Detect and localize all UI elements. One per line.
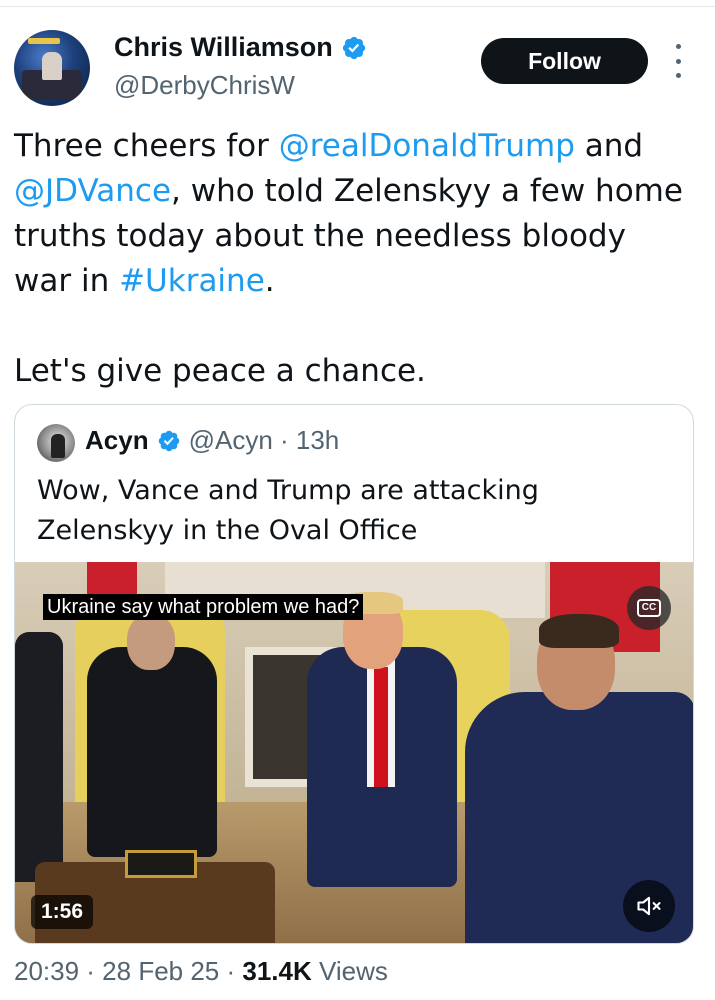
author-name-row[interactable]: Chris Williamson (114, 32, 367, 63)
mention-link[interactable]: @realDonaldTrump (279, 128, 575, 164)
text-segment: and (574, 128, 644, 164)
video-scene-person (87, 647, 217, 857)
quote-author-name[interactable]: Acyn (85, 425, 149, 456)
closed-captions-button[interactable]: CC (627, 586, 671, 630)
quoted-tweet-card[interactable]: Acyn @Acyn · 13h Wow, Vance and Trump ar… (14, 404, 694, 944)
cc-icon: CC (636, 599, 662, 617)
tweet-line: truths today about the needless bloody (14, 214, 704, 259)
mute-toggle-button[interactable] (623, 880, 675, 932)
tweet-footer: 20:39 · 28 Feb 25 · 31.4K Views (14, 956, 388, 987)
timestamp[interactable]: 20:39 · 28 Feb 25 · (14, 956, 242, 986)
quote-handle-time: @Acyn · 13h (188, 425, 340, 455)
hashtag-link[interactable]: #Ukraine (119, 263, 265, 299)
video-duration-badge: 1:56 (31, 895, 94, 929)
author-display-name[interactable]: Chris Williamson (114, 32, 333, 63)
volume-muted-icon (637, 896, 661, 916)
video-caption: Ukraine say what problem we had? (43, 594, 364, 620)
video-scene-head (127, 614, 175, 670)
quote-author-row[interactable]: Acyn @Acyn · 13h (85, 425, 339, 456)
views-label: Views (311, 956, 388, 986)
tweet-closing-line: Let's give peace a chance. (14, 353, 426, 389)
quote-author-avatar[interactable] (37, 424, 75, 462)
video-player[interactable]: Ukraine say what problem we had? CC 1:56 (15, 562, 693, 943)
views-count: 31.4K (242, 956, 312, 986)
top-divider (0, 6, 715, 7)
avatar-person (42, 52, 62, 80)
verified-badge-icon (342, 36, 365, 59)
quote-avatar-figure (51, 434, 65, 458)
more-vertical-icon[interactable] (668, 44, 688, 78)
quote-text: Wow, Vance and Trump are attacking Zelen… (37, 475, 539, 546)
tweet-text: Three cheers for @realDonaldTrump and @J… (14, 124, 704, 394)
verified-badge-icon (158, 430, 179, 451)
text-segment: Three cheers for (14, 128, 279, 164)
tweet-line: Three cheers for @realDonaldTrump and (14, 124, 704, 169)
video-scene-flag (87, 562, 137, 594)
tweet-line: @JDVance, who told Zelenskyy a few home (14, 169, 704, 214)
video-scene-hair (539, 614, 619, 648)
author-avatar[interactable] (14, 30, 90, 106)
text-segment: . (264, 263, 275, 299)
tweet-line: war in #Ukraine. (14, 259, 704, 304)
follow-button[interactable]: Follow (481, 38, 648, 84)
video-scene-tie (374, 667, 388, 787)
video-scene-person (15, 632, 63, 882)
text-segment: , who told Zelenskyy a few home (171, 173, 683, 209)
text-segment: truths today about the needless bloody (14, 218, 626, 254)
avatar-logo (28, 38, 60, 44)
author-handle[interactable]: @DerbyChrisW (114, 70, 295, 101)
text-segment: war in (14, 263, 120, 299)
mention-link[interactable]: @JDVance (14, 173, 171, 209)
video-scene-box (125, 850, 197, 878)
